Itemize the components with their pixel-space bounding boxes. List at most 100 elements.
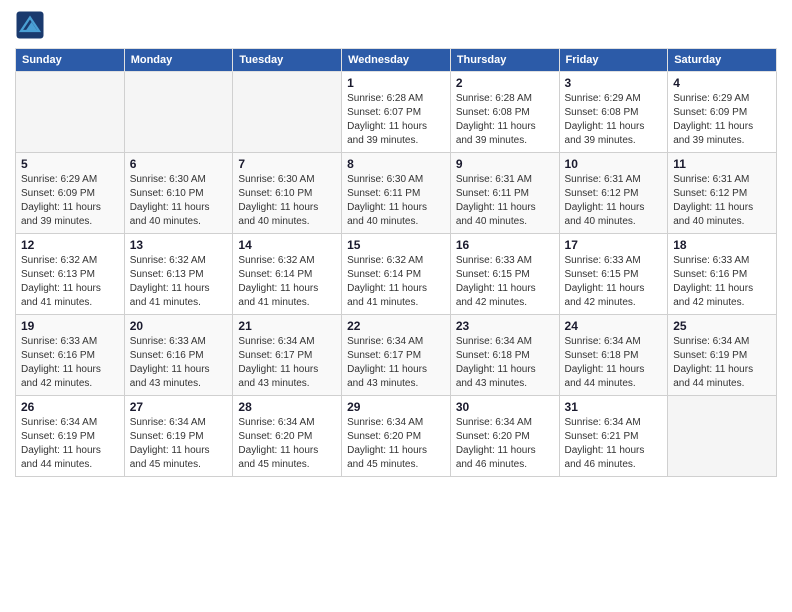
day-number: 24 bbox=[565, 319, 663, 333]
calendar-cell: 19 Sunrise: 6:33 AM Sunset: 6:16 PM Dayli… bbox=[16, 315, 125, 396]
calendar-cell: 3 Sunrise: 6:29 AM Sunset: 6:08 PM Daylig… bbox=[559, 72, 668, 153]
weekday-header-sunday: Sunday bbox=[16, 49, 125, 72]
day-number: 17 bbox=[565, 238, 663, 252]
calendar-cell: 20 Sunrise: 6:33 AM Sunset: 6:16 PM Dayli… bbox=[124, 315, 233, 396]
calendar-cell: 24 Sunrise: 6:34 AM Sunset: 6:18 PM Dayli… bbox=[559, 315, 668, 396]
day-number: 27 bbox=[130, 400, 228, 414]
calendar-cell: 6 Sunrise: 6:30 AM Sunset: 6:10 PM Daylig… bbox=[124, 153, 233, 234]
header bbox=[15, 10, 777, 40]
calendar-week-row: 1 Sunrise: 6:28 AM Sunset: 6:07 PM Daylig… bbox=[16, 72, 777, 153]
calendar-cell: 30 Sunrise: 6:34 AM Sunset: 6:20 PM Dayli… bbox=[450, 396, 559, 477]
calendar-cell: 25 Sunrise: 6:34 AM Sunset: 6:19 PM Dayli… bbox=[668, 315, 777, 396]
calendar-cell: 2Sunrise: 6:28 AM Sunset: 6:08 PM Daylig… bbox=[450, 72, 559, 153]
day-info: Sunrise: 6:34 AM Sunset: 6:20 PM Dayligh… bbox=[347, 416, 445, 472]
day-info: Sunrise: 6:33 AM Sunset: 6:15 PM Dayligh… bbox=[456, 254, 554, 310]
day-number: 9 bbox=[456, 157, 554, 171]
calendar-cell: 7 Sunrise: 6:30 AM Sunset: 6:10 PM Daylig… bbox=[233, 153, 342, 234]
day-info: Sunrise: 6:34 AM Sunset: 6:17 PM Dayligh… bbox=[347, 335, 445, 391]
calendar-cell bbox=[16, 72, 125, 153]
day-number: 30 bbox=[456, 400, 554, 414]
calendar-cell: 17 Sunrise: 6:33 AM Sunset: 6:15 PM Dayli… bbox=[559, 234, 668, 315]
calendar-cell: 22 Sunrise: 6:34 AM Sunset: 6:17 PM Dayli… bbox=[342, 315, 451, 396]
day-number: 11 bbox=[673, 157, 771, 171]
day-info: Sunrise: 6:34 AM Sunset: 6:19 PM Dayligh… bbox=[673, 335, 771, 391]
day-number: 31 bbox=[565, 400, 663, 414]
day-info: Sunrise: 6:32 AM Sunset: 6:13 PM Dayligh… bbox=[21, 254, 119, 310]
day-info: Sunrise: 6:28 AM Sunset: 6:07 PM Dayligh… bbox=[347, 92, 445, 148]
calendar-cell: 12Sunrise: 6:32 AM Sunset: 6:13 PM Dayli… bbox=[16, 234, 125, 315]
day-number: 1 bbox=[347, 76, 445, 90]
day-number: 21 bbox=[238, 319, 336, 333]
calendar-cell: 9Sunrise: 6:31 AM Sunset: 6:11 PM Daylig… bbox=[450, 153, 559, 234]
day-number: 25 bbox=[673, 319, 771, 333]
calendar-cell: 5Sunrise: 6:29 AM Sunset: 6:09 PM Daylig… bbox=[16, 153, 125, 234]
calendar-cell bbox=[124, 72, 233, 153]
day-info: Sunrise: 6:34 AM Sunset: 6:20 PM Dayligh… bbox=[238, 416, 336, 472]
day-info: Sunrise: 6:29 AM Sunset: 6:09 PM Dayligh… bbox=[21, 173, 119, 229]
logo-icon bbox=[15, 10, 45, 40]
day-info: Sunrise: 6:30 AM Sunset: 6:10 PM Dayligh… bbox=[238, 173, 336, 229]
calendar-cell: 31 Sunrise: 6:34 AM Sunset: 6:21 PM Dayli… bbox=[559, 396, 668, 477]
day-info: Sunrise: 6:32 AM Sunset: 6:14 PM Dayligh… bbox=[238, 254, 336, 310]
weekday-header-wednesday: Wednesday bbox=[342, 49, 451, 72]
day-info: Sunrise: 6:34 AM Sunset: 6:19 PM Dayligh… bbox=[21, 416, 119, 472]
day-info: Sunrise: 6:34 AM Sunset: 6:21 PM Dayligh… bbox=[565, 416, 663, 472]
day-number: 15 bbox=[347, 238, 445, 252]
calendar-cell: 4Sunrise: 6:29 AM Sunset: 6:09 PM Daylig… bbox=[668, 72, 777, 153]
day-number: 10 bbox=[565, 157, 663, 171]
calendar-cell: 13 Sunrise: 6:32 AM Sunset: 6:13 PM Dayli… bbox=[124, 234, 233, 315]
calendar-cell: 26 Sunrise: 6:34 AM Sunset: 6:19 PM Dayli… bbox=[16, 396, 125, 477]
day-number: 20 bbox=[130, 319, 228, 333]
day-info: Sunrise: 6:32 AM Sunset: 6:13 PM Dayligh… bbox=[130, 254, 228, 310]
day-info: Sunrise: 6:30 AM Sunset: 6:11 PM Dayligh… bbox=[347, 173, 445, 229]
logo bbox=[15, 10, 49, 40]
day-number: 3 bbox=[565, 76, 663, 90]
day-info: Sunrise: 6:33 AM Sunset: 6:15 PM Dayligh… bbox=[565, 254, 663, 310]
day-info: Sunrise: 6:34 AM Sunset: 6:18 PM Dayligh… bbox=[565, 335, 663, 391]
weekday-header-saturday: Saturday bbox=[668, 49, 777, 72]
day-number: 26 bbox=[21, 400, 119, 414]
calendar-cell bbox=[668, 396, 777, 477]
weekday-header-thursday: Thursday bbox=[450, 49, 559, 72]
day-info: Sunrise: 6:32 AM Sunset: 6:14 PM Dayligh… bbox=[347, 254, 445, 310]
day-info: Sunrise: 6:33 AM Sunset: 6:16 PM Dayligh… bbox=[21, 335, 119, 391]
day-info: Sunrise: 6:34 AM Sunset: 6:20 PM Dayligh… bbox=[456, 416, 554, 472]
day-info: Sunrise: 6:31 AM Sunset: 6:12 PM Dayligh… bbox=[565, 173, 663, 229]
weekday-header-monday: Monday bbox=[124, 49, 233, 72]
day-number: 6 bbox=[130, 157, 228, 171]
calendar-cell: 23 Sunrise: 6:34 AM Sunset: 6:18 PM Dayli… bbox=[450, 315, 559, 396]
calendar-cell: 14 Sunrise: 6:32 AM Sunset: 6:14 PM Dayli… bbox=[233, 234, 342, 315]
day-number: 29 bbox=[347, 400, 445, 414]
day-info: Sunrise: 6:30 AM Sunset: 6:10 PM Dayligh… bbox=[130, 173, 228, 229]
calendar-cell: 27 Sunrise: 6:34 AM Sunset: 6:19 PM Dayli… bbox=[124, 396, 233, 477]
calendar-cell: 8Sunrise: 6:30 AM Sunset: 6:11 PM Daylig… bbox=[342, 153, 451, 234]
weekday-header-tuesday: Tuesday bbox=[233, 49, 342, 72]
calendar-week-row: 5Sunrise: 6:29 AM Sunset: 6:09 PM Daylig… bbox=[16, 153, 777, 234]
day-number: 23 bbox=[456, 319, 554, 333]
calendar-cell: 11Sunrise: 6:31 AM Sunset: 6:12 PM Dayli… bbox=[668, 153, 777, 234]
day-number: 4 bbox=[673, 76, 771, 90]
calendar-cell: 28 Sunrise: 6:34 AM Sunset: 6:20 PM Dayli… bbox=[233, 396, 342, 477]
day-number: 28 bbox=[238, 400, 336, 414]
day-number: 19 bbox=[21, 319, 119, 333]
day-number: 13 bbox=[130, 238, 228, 252]
calendar-header-row: SundayMondayTuesdayWednesdayThursdayFrid… bbox=[16, 49, 777, 72]
day-info: Sunrise: 6:29 AM Sunset: 6:08 PM Dayligh… bbox=[565, 92, 663, 148]
day-number: 18 bbox=[673, 238, 771, 252]
day-number: 16 bbox=[456, 238, 554, 252]
day-number: 22 bbox=[347, 319, 445, 333]
day-number: 7 bbox=[238, 157, 336, 171]
calendar-cell: 10 Sunrise: 6:31 AM Sunset: 6:12 PM Dayli… bbox=[559, 153, 668, 234]
calendar-cell bbox=[233, 72, 342, 153]
day-number: 14 bbox=[238, 238, 336, 252]
day-info: Sunrise: 6:34 AM Sunset: 6:19 PM Dayligh… bbox=[130, 416, 228, 472]
calendar-cell: 16 Sunrise: 6:33 AM Sunset: 6:15 PM Dayli… bbox=[450, 234, 559, 315]
day-info: Sunrise: 6:33 AM Sunset: 6:16 PM Dayligh… bbox=[673, 254, 771, 310]
day-info: Sunrise: 6:34 AM Sunset: 6:17 PM Dayligh… bbox=[238, 335, 336, 391]
weekday-header-friday: Friday bbox=[559, 49, 668, 72]
calendar-cell: 21 Sunrise: 6:34 AM Sunset: 6:17 PM Dayli… bbox=[233, 315, 342, 396]
day-info: Sunrise: 6:33 AM Sunset: 6:16 PM Dayligh… bbox=[130, 335, 228, 391]
calendar-cell: 18 Sunrise: 6:33 AM Sunset: 6:16 PM Dayli… bbox=[668, 234, 777, 315]
calendar-week-row: 12Sunrise: 6:32 AM Sunset: 6:13 PM Dayli… bbox=[16, 234, 777, 315]
day-info: Sunrise: 6:34 AM Sunset: 6:18 PM Dayligh… bbox=[456, 335, 554, 391]
